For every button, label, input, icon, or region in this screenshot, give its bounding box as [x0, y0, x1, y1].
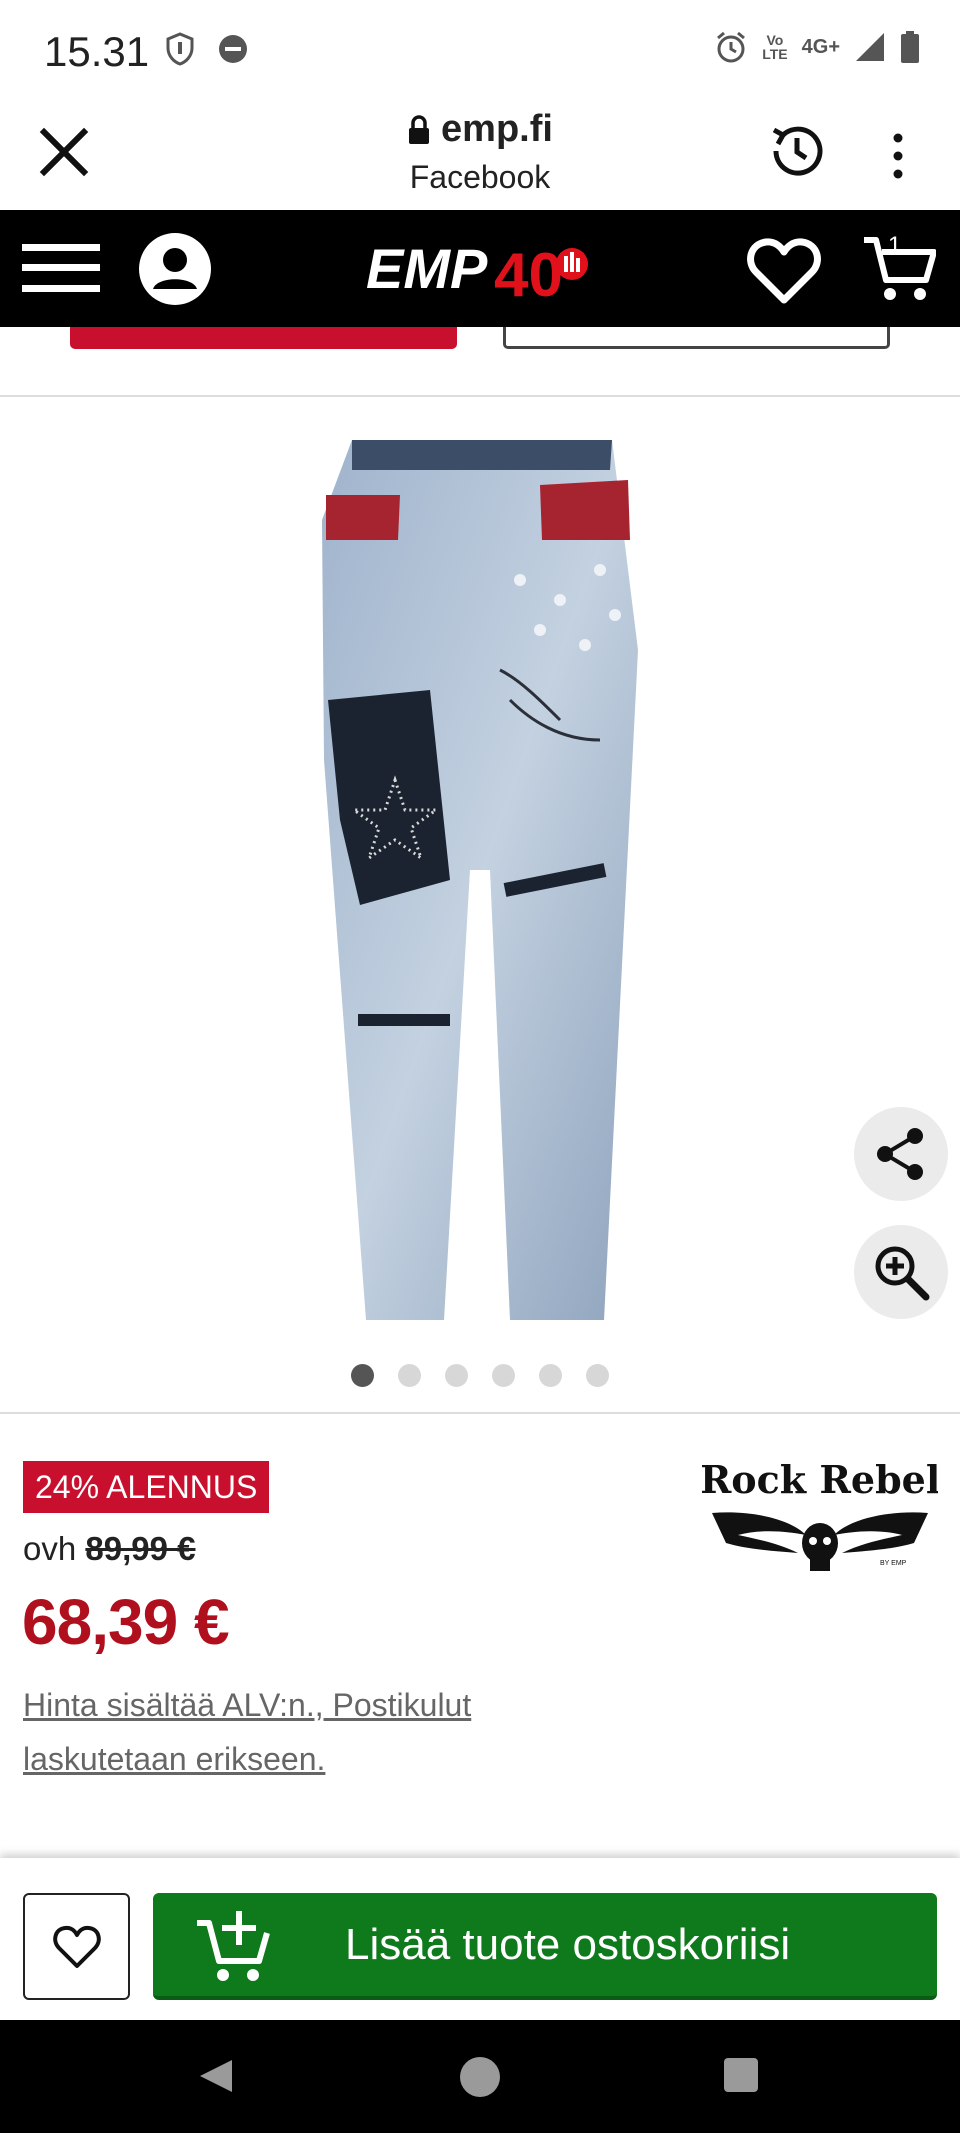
gallery-dots [0, 1364, 960, 1387]
add-to-cart-icon [197, 1910, 270, 1981]
divider [0, 1412, 960, 1414]
network-type: 4G+ [801, 35, 840, 58]
svg-text:40: 40 [494, 241, 563, 308]
history-icon[interactable] [766, 120, 828, 182]
more-options-icon[interactable] [880, 128, 916, 184]
add-to-cart-button[interactable]: Lisää tuote ostoskoriisi [153, 1893, 937, 2000]
share-button[interactable] [854, 1107, 948, 1201]
svg-text:BY EMP: BY EMP [880, 1560, 907, 1567]
svg-text:EMP: EMP [366, 237, 488, 300]
product-image[interactable] [0, 400, 960, 1340]
partial-primary-button[interactable] [70, 327, 457, 349]
zoom-button[interactable] [854, 1225, 948, 1319]
emp-logo[interactable]: EMP 40 [366, 232, 596, 308]
old-price: 89,99 € [85, 1530, 196, 1567]
volte-indicator: Vo LTE [762, 32, 788, 62]
add-to-wishlist-button[interactable] [23, 1893, 130, 2000]
address-display[interactable]: emp.fi Facebook [280, 108, 680, 196]
tax-shipping-link[interactable]: Hinta sisältää ALV:n., Postikulut laskut… [23, 1678, 583, 1786]
battery-icon [901, 31, 919, 63]
account-icon[interactable] [138, 232, 212, 306]
browser-toolbar: emp.fi Facebook [0, 100, 960, 210]
close-icon[interactable] [36, 124, 92, 180]
page-url: emp.fi [441, 108, 553, 150]
divider [0, 395, 960, 397]
gallery-dot[interactable] [492, 1364, 515, 1387]
add-to-cart-label: Lisää tuote ostoskoriisi [345, 1919, 791, 1969]
svg-text:Rock Rebel: Rock Rebel [702, 1457, 938, 1502]
old-price-line: ovh 89,99 € [23, 1530, 196, 1567]
sticky-action-bar: Lisää tuote ostoskoriisi [0, 1858, 960, 2020]
heart-icon [52, 1925, 101, 1968]
alarm-icon [717, 31, 746, 63]
gallery-dot[interactable] [539, 1364, 562, 1387]
gallery-dot[interactable] [351, 1364, 374, 1387]
heart-icon[interactable] [746, 236, 822, 306]
signal-icon [856, 33, 884, 61]
share-icon [877, 1128, 923, 1180]
zoom-in-icon [875, 1246, 930, 1301]
back-icon[interactable] [196, 2056, 236, 2096]
current-price: 68,39 € [22, 1586, 230, 1658]
site-header: EMP 40 [0, 210, 960, 327]
brand-logo[interactable]: Rock Rebel BY EMP [702, 1455, 938, 1581]
status-time: 15.31 [44, 28, 150, 75]
cart-count: 1 [888, 232, 902, 259]
gallery-dot[interactable] [398, 1364, 421, 1387]
data-saver-icon [219, 35, 247, 63]
recent-apps-icon[interactable] [724, 2058, 758, 2092]
partial-secondary-button[interactable] [503, 327, 890, 349]
gallery-dot[interactable] [445, 1364, 468, 1387]
menu-icon[interactable] [22, 240, 100, 296]
discount-badge: 24% ALENNUS [23, 1461, 270, 1513]
status-bar: 15.31 Vo LTE 4G+ [0, 0, 960, 100]
gallery-dot[interactable] [586, 1364, 609, 1387]
home-icon[interactable] [460, 2057, 500, 2097]
page-source: Facebook [409, 159, 551, 195]
shield-icon [166, 32, 194, 66]
lock-icon [409, 114, 430, 144]
system-nav-bar [0, 2020, 960, 2133]
